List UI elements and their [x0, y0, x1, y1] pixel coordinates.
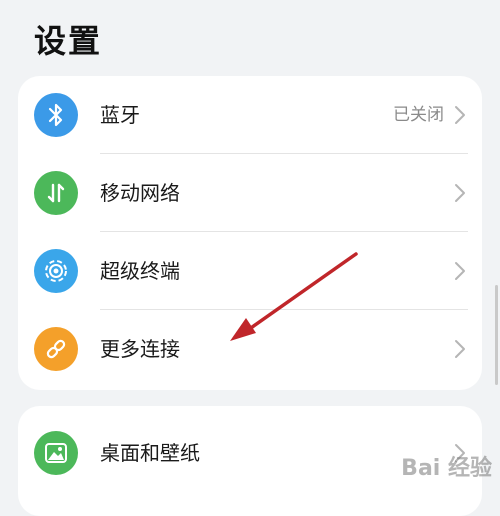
chevron-right-icon	[455, 106, 465, 124]
settings-item-label: 超级终端	[100, 259, 180, 283]
settings-item-label: 桌面和壁纸	[100, 441, 200, 465]
settings-item-bluetooth[interactable]: 蓝牙 已关闭	[18, 76, 482, 154]
settings-item-label: 更多连接	[100, 337, 180, 361]
super-device-icon	[34, 249, 78, 293]
scrollbar[interactable]	[495, 285, 498, 385]
chevron-right-icon	[455, 184, 465, 202]
wallpaper-icon	[34, 431, 78, 475]
settings-item-mobile-network[interactable]: 移动网络	[18, 154, 482, 232]
page-title: 设置	[34, 22, 103, 60]
mobile-data-icon	[34, 171, 78, 215]
connectivity-card: 蓝牙 已关闭 移动网络 超级终端 更多连接	[18, 76, 482, 390]
chevron-right-icon	[455, 262, 465, 280]
settings-item-super-device[interactable]: 超级终端	[18, 232, 482, 310]
settings-item-label: 蓝牙	[100, 103, 140, 127]
settings-item-label: 移动网络	[100, 181, 180, 205]
chevron-right-icon	[455, 340, 465, 358]
link-icon	[34, 327, 78, 371]
settings-item-more-connections[interactable]: 更多连接	[18, 310, 482, 388]
bluetooth-icon	[34, 93, 78, 137]
watermark-logo: Bai 经验	[401, 456, 492, 481]
bluetooth-status: 已关闭	[393, 105, 444, 125]
